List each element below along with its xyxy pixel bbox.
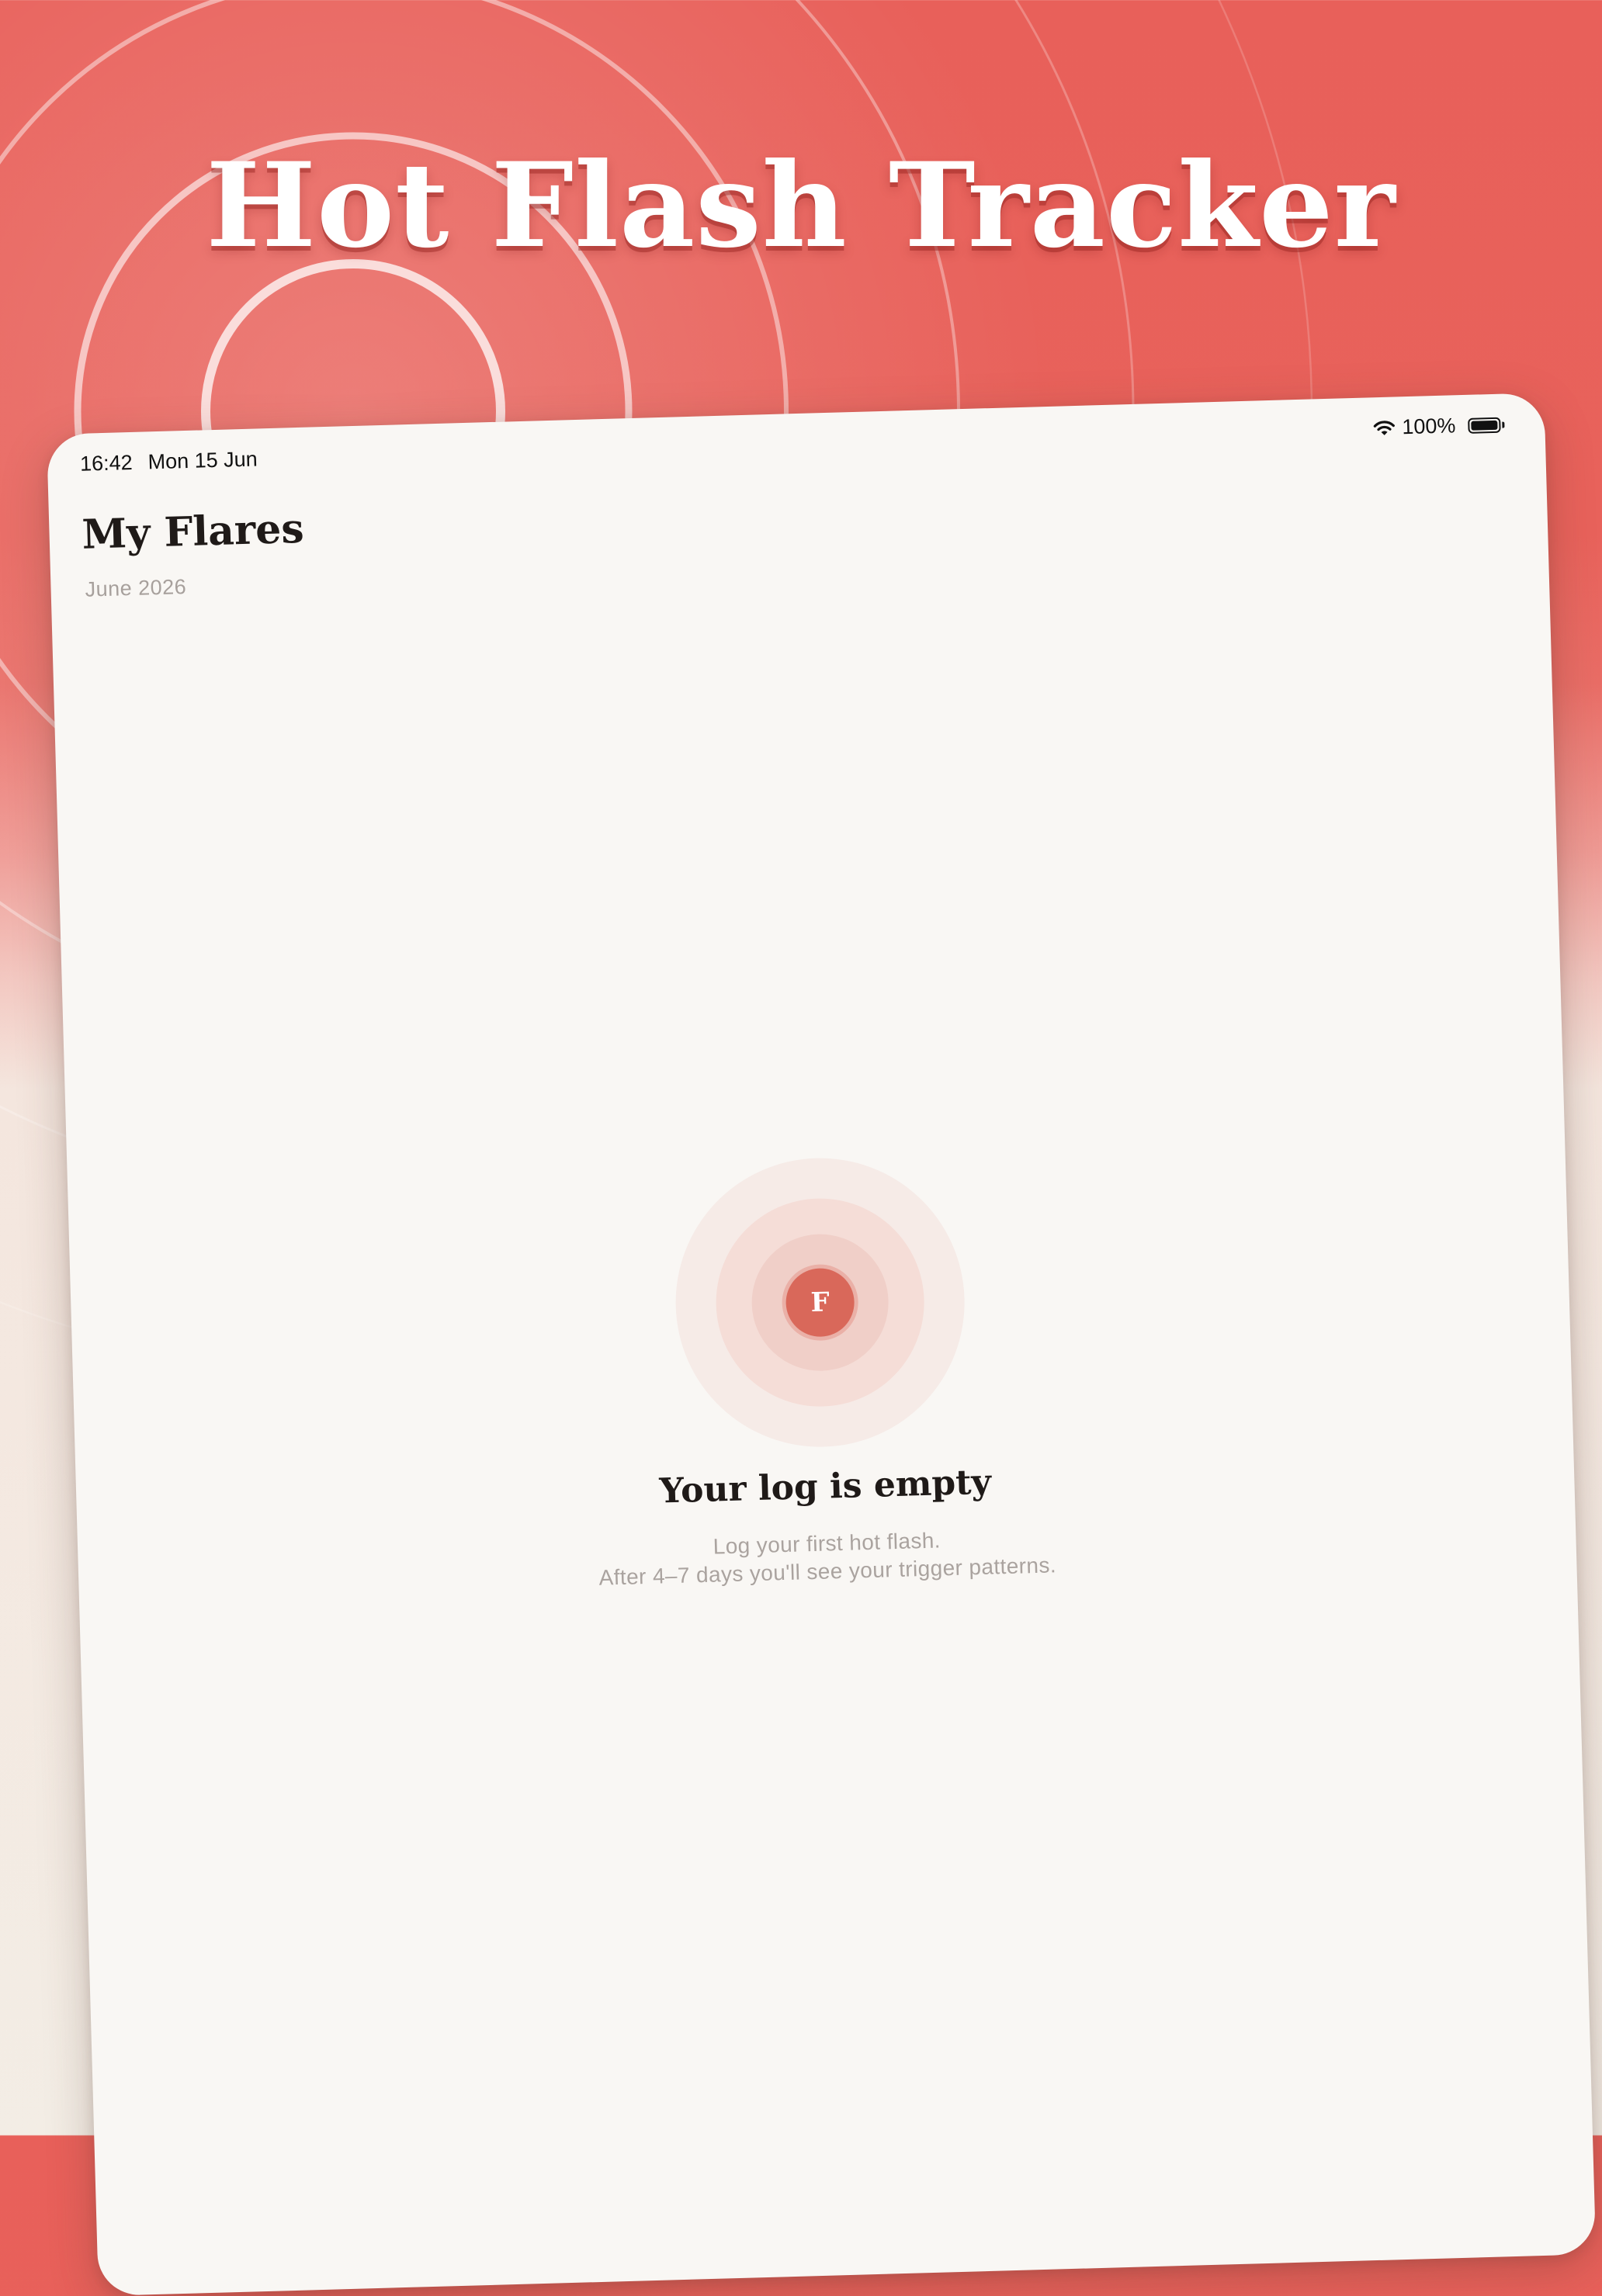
battery-body [1468,417,1501,434]
battery-tip [1502,421,1505,428]
status-date: Mon 15 Jun [147,447,258,474]
page-subtitle: June 2026 [85,575,187,601]
battery-icon [1462,417,1505,434]
empty-state-message: Log your first hot flash. After 4–7 days… [78,1509,1576,1607]
wifi-icon [1372,419,1396,437]
status-time: 16:42 [79,450,134,476]
pulse-emblem: F [671,1154,969,1451]
page-title: My Flares [81,504,305,559]
status-bar: 16:42 Mon 15 Jun 100% [47,393,1545,489]
app-headline: Hot Flash Tracker [206,137,1396,274]
tablet-screen: 16:42 Mon 15 Jun 100% My Flares June 202… [47,393,1597,2296]
status-left: 16:42 Mon 15 Jun [80,447,258,476]
status-right: 100% [1372,413,1505,441]
battery-fill [1471,420,1498,431]
battery-percent: 100% [1401,414,1456,439]
empty-state: F Your log is empty Log your first hot f… [68,1138,1577,1607]
